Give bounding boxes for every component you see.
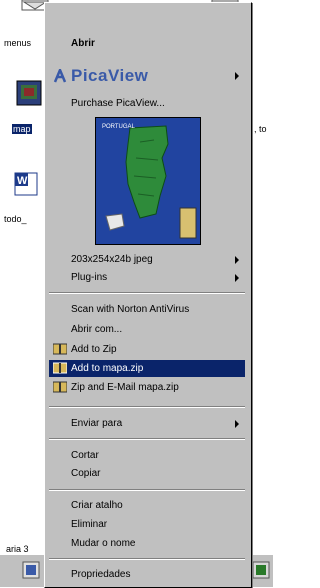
desktop-label-menus: menus <box>4 38 32 48</box>
portugal-map-thumbnail: PORTUGAL <box>96 118 200 244</box>
menu-item-properties[interactable]: Propriedades <box>49 566 245 583</box>
winzip-icon <box>53 362 67 374</box>
menu-item-add-to-zip[interactable]: Add to Zip <box>49 341 245 358</box>
menu-separator <box>49 558 245 560</box>
desktop-label-mapa[interactable]: map <box>12 124 32 134</box>
menu-separator <box>49 406 245 408</box>
menu-item-open[interactable]: Abrir <box>49 35 245 52</box>
submenu-arrow-icon <box>235 420 239 428</box>
picaview-title: PicaView <box>71 66 149 85</box>
submenu-arrow-icon <box>235 274 239 282</box>
taskbar-tray-icon[interactable] <box>252 561 270 579</box>
picaview-logo-icon <box>53 69 67 83</box>
menu-item-scan-norton[interactable]: Scan with Norton AntiVirus <box>49 301 245 318</box>
menu-item-purchase-picaview[interactable]: Purchase PicaView... <box>49 95 245 112</box>
menu-item-picaview[interactable]: PicaView <box>49 63 245 89</box>
menu-item-delete[interactable]: Eliminar <box>49 516 245 533</box>
image-thumbnail: PORTUGAL <box>95 117 201 245</box>
submenu-arrow-icon <box>235 72 239 80</box>
menu-item-add-to-mapa-zip[interactable]: Add to mapa.zip <box>49 360 245 377</box>
image-file-icon[interactable] <box>16 80 42 106</box>
menu-item-plugins[interactable]: Plug-ins <box>49 269 245 286</box>
menu-item-zip-email[interactable]: Zip and E-Mail mapa.zip <box>49 379 245 396</box>
desktop-label-todo: todo_ <box>4 214 27 224</box>
winzip-icon <box>53 343 67 355</box>
menu-item-cut[interactable]: Cortar <box>49 447 245 464</box>
winzip-icon <box>53 381 67 393</box>
thumbnail-title: PORTUGAL <box>102 124 136 130</box>
svg-text:W: W <box>17 175 28 187</box>
taskbar-program-icon[interactable] <box>22 561 40 579</box>
menu-item-rename[interactable]: Mudar o nome <box>49 535 245 552</box>
word-document-icon[interactable]: W <box>14 172 38 196</box>
submenu-arrow-icon <box>235 256 239 264</box>
menu-separator <box>49 292 245 294</box>
desktop-label-bottom: aria 3 <box>6 544 29 554</box>
menu-separator <box>49 489 245 491</box>
menu-item-copy[interactable]: Copiar <box>49 465 245 482</box>
menu-item-image-info[interactable]: 203x254x24b jpeg <box>49 251 245 268</box>
menu-item-send-to[interactable]: Enviar para <box>49 415 245 432</box>
menu-item-open-with[interactable]: Abrir com... <box>49 321 245 338</box>
desktop-label-right: , to <box>254 124 267 134</box>
context-menu: Abrir PicaView Purchase PicaView... PORT… <box>44 2 252 588</box>
menu-item-create-shortcut[interactable]: Criar atalho <box>49 497 245 514</box>
menu-separator <box>49 438 245 440</box>
